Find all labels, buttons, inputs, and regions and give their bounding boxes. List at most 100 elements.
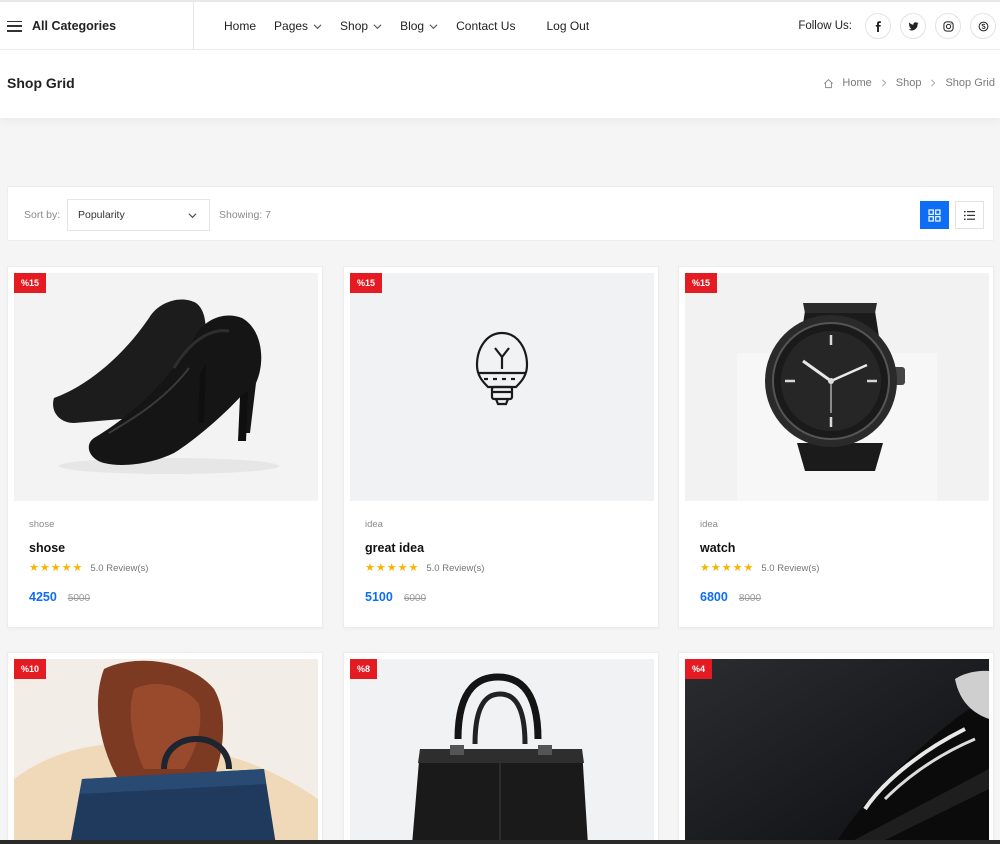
product-category: idea xyxy=(700,519,718,530)
breadcrumb: Home Shop Shop Grid xyxy=(823,77,995,89)
star-icon: ★ xyxy=(386,562,397,574)
current-price: 5100 xyxy=(365,590,393,604)
instagram-link[interactable] xyxy=(935,13,961,39)
chevron-down-icon xyxy=(188,213,197,219)
product-image[interactable] xyxy=(14,659,318,843)
star-icon: ★ xyxy=(61,562,72,574)
menu-item-label: Log Out xyxy=(546,19,590,33)
product-category: idea xyxy=(365,519,383,530)
review-count: 5.0 Review(s) xyxy=(426,563,485,574)
list-view-button[interactable] xyxy=(955,201,984,229)
instagram-icon xyxy=(942,20,954,32)
star-icon: ★ xyxy=(72,562,83,574)
product-card[interactable]: %15 idea watch ★ ★ ★ ★ ★ 5.0 Review(s) 6800 … xyxy=(678,266,994,628)
product-image[interactable] xyxy=(685,273,989,501)
results-count: Showing: 7 xyxy=(219,209,271,221)
product-image[interactable] xyxy=(350,273,654,501)
discount-badge: %15 xyxy=(350,273,383,293)
skype-link[interactable] xyxy=(970,13,996,39)
product-price: 5100 6000 xyxy=(365,590,426,604)
product-title[interactable]: great idea xyxy=(365,541,424,555)
menu-item-label: Blog xyxy=(400,19,425,33)
facebook-icon xyxy=(875,20,881,32)
menu-item-home[interactable]: Home xyxy=(224,19,256,33)
twitter-link[interactable] xyxy=(900,13,926,39)
star-icon: ★ xyxy=(710,562,721,574)
review-count: 5.0 Review(s) xyxy=(90,563,149,574)
skype-icon xyxy=(978,21,988,31)
original-price: 5000 xyxy=(67,593,91,604)
star-icon: ★ xyxy=(732,562,743,574)
star-icon: ★ xyxy=(365,562,375,574)
product-card[interactable]: %8 xyxy=(343,652,659,844)
menu-item-blog[interactable]: Blog xyxy=(400,19,438,33)
product-category: shose xyxy=(29,519,55,530)
grid-icon xyxy=(928,208,941,222)
facebook-link[interactable] xyxy=(865,13,891,39)
star-icon: ★ xyxy=(375,562,386,574)
sort-select-value: Popularity xyxy=(78,209,125,221)
menu-item-label: Contact Us xyxy=(456,19,516,33)
bottom-scroll-bar xyxy=(0,840,1000,844)
breadcrumb-home-link[interactable]: Home xyxy=(842,77,871,89)
all-categories-button[interactable]: All Categories xyxy=(0,2,194,50)
follow-us-label: Follow Us: xyxy=(798,20,852,32)
menu-item-contact-us[interactable]: Contact Us xyxy=(456,19,515,33)
high-heel-shoe-image xyxy=(53,299,279,474)
wristwatch-image xyxy=(737,303,937,501)
chevron-down-icon xyxy=(429,23,438,29)
menu-item-label: Pages xyxy=(274,19,309,33)
lightbulb-icon xyxy=(475,331,529,406)
star-icon: ★ xyxy=(700,562,710,574)
menu-item-shop[interactable]: Shop xyxy=(340,19,382,33)
star-icon: ★ xyxy=(50,562,61,574)
review-count: 5.0 Review(s) xyxy=(761,563,820,574)
product-image[interactable] xyxy=(14,273,318,501)
star-icon: ★ xyxy=(743,562,754,574)
grid-view-button[interactable] xyxy=(920,201,949,229)
product-rating: ★ ★ ★ ★ ★ 5.0 Review(s) xyxy=(365,562,485,575)
product-title[interactable]: shose xyxy=(29,541,65,555)
top-navbar: All Categories Home Pages Shop Blog Cont… xyxy=(0,0,1000,50)
home-icon xyxy=(824,78,834,88)
sort-select[interactable]: Popularity xyxy=(67,199,210,231)
social-links: Follow Us: xyxy=(798,2,996,50)
chevron-right-icon xyxy=(881,79,886,87)
product-card[interactable]: %4 xyxy=(678,652,994,844)
current-price: 4250 xyxy=(29,590,57,604)
product-card[interactable]: %15 idea great idea ★ ★ ★ ★ ★ 5.0 Review(s) … xyxy=(343,266,659,628)
product-card[interactable]: %10 xyxy=(7,652,323,844)
star-icon: ★ xyxy=(29,562,39,574)
discount-badge: %8 xyxy=(350,659,378,679)
product-price: 6800 8000 xyxy=(700,590,761,604)
menu-item-log-out[interactable]: Log Out xyxy=(546,19,589,33)
leather-handbag-image xyxy=(412,673,588,843)
chevron-down-icon xyxy=(373,23,382,29)
star-icon: ★ xyxy=(397,562,408,574)
product-rating: ★ ★ ★ ★ ★ 5.0 Review(s) xyxy=(29,562,149,575)
hamburger-menu-icon xyxy=(7,20,22,32)
product-price: 4250 5000 xyxy=(29,590,90,604)
discount-badge: %10 xyxy=(14,659,47,679)
woman-with-handbag-image xyxy=(14,659,318,843)
breadcrumb-shop-link[interactable]: Shop xyxy=(896,77,922,89)
star-icon: ★ xyxy=(39,562,50,574)
discount-badge: %4 xyxy=(685,659,713,679)
page-header: Shop Grid Home Shop Shop Grid xyxy=(0,50,1000,118)
product-title[interactable]: watch xyxy=(700,541,735,555)
all-categories-label: All Categories xyxy=(32,19,117,33)
star-icon: ★ xyxy=(408,562,419,574)
sort-by-label: Sort by: xyxy=(24,209,61,221)
sneaker-image xyxy=(685,659,989,843)
product-image[interactable] xyxy=(685,659,989,843)
main-menu: Home Pages Shop Blog Contact Us Log Out xyxy=(224,2,607,50)
menu-item-pages[interactable]: Pages xyxy=(274,19,322,33)
discount-badge: %15 xyxy=(14,273,47,293)
product-card[interactable]: %15 shose shose ★ ★ ★ ★ ★ 5.0 Review(s) 4250… xyxy=(7,266,323,628)
list-icon xyxy=(964,210,975,220)
current-price: 6800 xyxy=(700,590,728,604)
discount-badge: %15 xyxy=(685,273,718,293)
product-image[interactable] xyxy=(350,659,654,843)
product-rating: ★ ★ ★ ★ ★ 5.0 Review(s) xyxy=(700,562,820,575)
page-title: Shop Grid xyxy=(7,75,75,91)
